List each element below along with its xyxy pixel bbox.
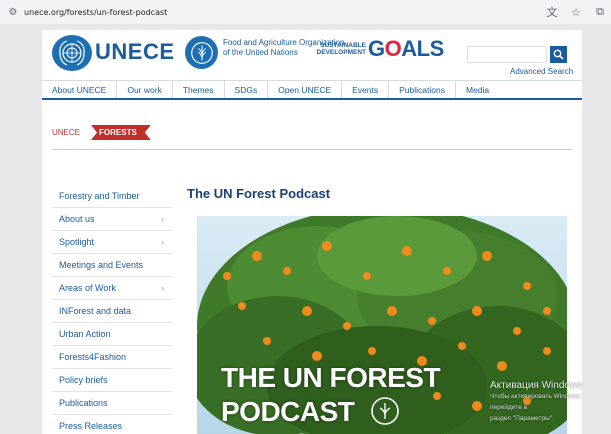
podcast-image-title-line-2: PODCAST bbox=[221, 396, 355, 427]
main-navigation: About UNECE Our work Themes SDGs Open UN… bbox=[42, 80, 582, 100]
sdg-goals-logo[interactable]: GOALS bbox=[368, 36, 444, 62]
sidebar-item-label: INForest and data bbox=[59, 306, 132, 316]
un-emblem-icon[interactable] bbox=[52, 35, 92, 71]
watermark-line-2: Чтобы активировать Windows, перейдите в bbox=[490, 393, 582, 411]
sidebar-item-label: Meetings and Events bbox=[59, 260, 144, 270]
chevron-right-icon[interactable]: › bbox=[161, 231, 164, 253]
sidebar-item-spotlight[interactable]: Spotlight › bbox=[52, 231, 172, 254]
sidebar-menu: Forestry and Timber About us › Spotlight ›… bbox=[52, 185, 172, 434]
sidebar-item-label: Areas of Work bbox=[59, 283, 116, 293]
breadcrumb: UNECE FORESTS bbox=[52, 125, 151, 140]
sidebar-item-label: Forestry and Timber bbox=[59, 191, 140, 201]
breadcrumb-band: UNECE FORESTS bbox=[42, 100, 582, 172]
extensions-icon[interactable]: ⧉ bbox=[593, 6, 607, 19]
sidebar-item-label: Urban Action bbox=[59, 329, 111, 339]
chevron-right-icon[interactable]: › bbox=[161, 277, 164, 299]
site-header: UNECE Food and Agriculture Organization … bbox=[42, 30, 582, 80]
translate-icon[interactable]: 文 bbox=[545, 4, 559, 20]
page-title: The UN Forest Podcast bbox=[187, 186, 331, 201]
sdg-goals-als: ALS bbox=[401, 36, 444, 61]
breadcrumb-forests[interactable]: FORESTS bbox=[85, 125, 151, 140]
sdg-line-2: DEVELOPMENT bbox=[316, 49, 366, 56]
fao-emblem-icon[interactable] bbox=[185, 36, 218, 69]
sidebar-item-urban-action[interactable]: Urban Action bbox=[52, 323, 172, 346]
sidebar-item-label: Forests4Fashion bbox=[59, 352, 127, 362]
sdg-label: SUSTAINABLE DEVELOPMENT bbox=[304, 42, 366, 56]
star-icon[interactable]: ☆ bbox=[569, 6, 583, 19]
chevron-right-icon[interactable]: › bbox=[161, 208, 164, 230]
sdg-goals-o: O bbox=[384, 36, 402, 61]
sidebar-item-about-us[interactable]: About us › bbox=[52, 208, 172, 231]
sidebar-item-label: About us bbox=[59, 214, 95, 224]
sidebar-item-label: Policy briefs bbox=[59, 375, 108, 385]
nav-events[interactable]: Events bbox=[342, 81, 390, 98]
sidebar-item-publications[interactable]: Publications bbox=[52, 392, 172, 415]
nav-about-unece[interactable]: About UNECE bbox=[42, 81, 118, 98]
url-text[interactable]: unece.org/forests/un-forest-podcast bbox=[24, 8, 167, 17]
breadcrumb-unece[interactable]: UNECE bbox=[52, 128, 80, 137]
divider bbox=[52, 149, 572, 150]
podcast-image-title-line-1: THE UN FOREST bbox=[221, 362, 441, 393]
nav-open-unece[interactable]: Open UNECE bbox=[268, 81, 343, 98]
sidebar-item-meetings-and-events[interactable]: Meetings and Events bbox=[52, 254, 172, 277]
browser-address-bar[interactable]: ⚙ unece.org/forests/un-forest-podcast 文 … bbox=[0, 0, 611, 24]
sidebar-item-policy-briefs[interactable]: Policy briefs bbox=[52, 369, 172, 392]
sdg-goals-g: G bbox=[368, 36, 385, 61]
sidebar-item-label: Spotlight bbox=[59, 237, 95, 247]
sidebar-item-forests4fashion[interactable]: Forests4Fashion bbox=[52, 346, 172, 369]
nav-media[interactable]: Media bbox=[456, 81, 499, 98]
web-page: UNECE Food and Agriculture Organization … bbox=[42, 30, 582, 434]
sidebar-item-inforest-and-data[interactable]: INForest and data bbox=[52, 300, 172, 323]
sidebar-item-areas-of-work[interactable]: Areas of Work › bbox=[52, 277, 172, 300]
search-icon[interactable] bbox=[550, 46, 567, 63]
nav-publications[interactable]: Publications bbox=[389, 81, 456, 98]
sdg-line-1: SUSTAINABLE bbox=[320, 42, 366, 49]
sidebar-item-press-releases[interactable]: Press Releases bbox=[52, 415, 172, 434]
unece-logo-text[interactable]: UNECE bbox=[95, 39, 175, 65]
windows-activation-watermark: Активация Windows Чтобы активировать Win… bbox=[490, 380, 611, 424]
tune-icon[interactable]: ⚙ bbox=[6, 5, 20, 19]
sidebar-item-forestry-and-timber[interactable]: Forestry and Timber bbox=[52, 185, 172, 208]
sidebar-item-label: Press Releases bbox=[59, 421, 123, 431]
sidebar-item-label: Publications bbox=[59, 398, 108, 408]
nav-themes[interactable]: Themes bbox=[173, 81, 225, 98]
nav-our-work[interactable]: Our work bbox=[117, 81, 173, 98]
search-input[interactable] bbox=[467, 46, 547, 63]
nav-sdgs[interactable]: SDGs bbox=[225, 81, 269, 98]
watermark-line-3: раздел "Параметры". bbox=[490, 415, 554, 422]
watermark-line-1: Активация Windows bbox=[490, 380, 583, 391]
advanced-search-link[interactable]: Advanced Search bbox=[510, 67, 573, 76]
